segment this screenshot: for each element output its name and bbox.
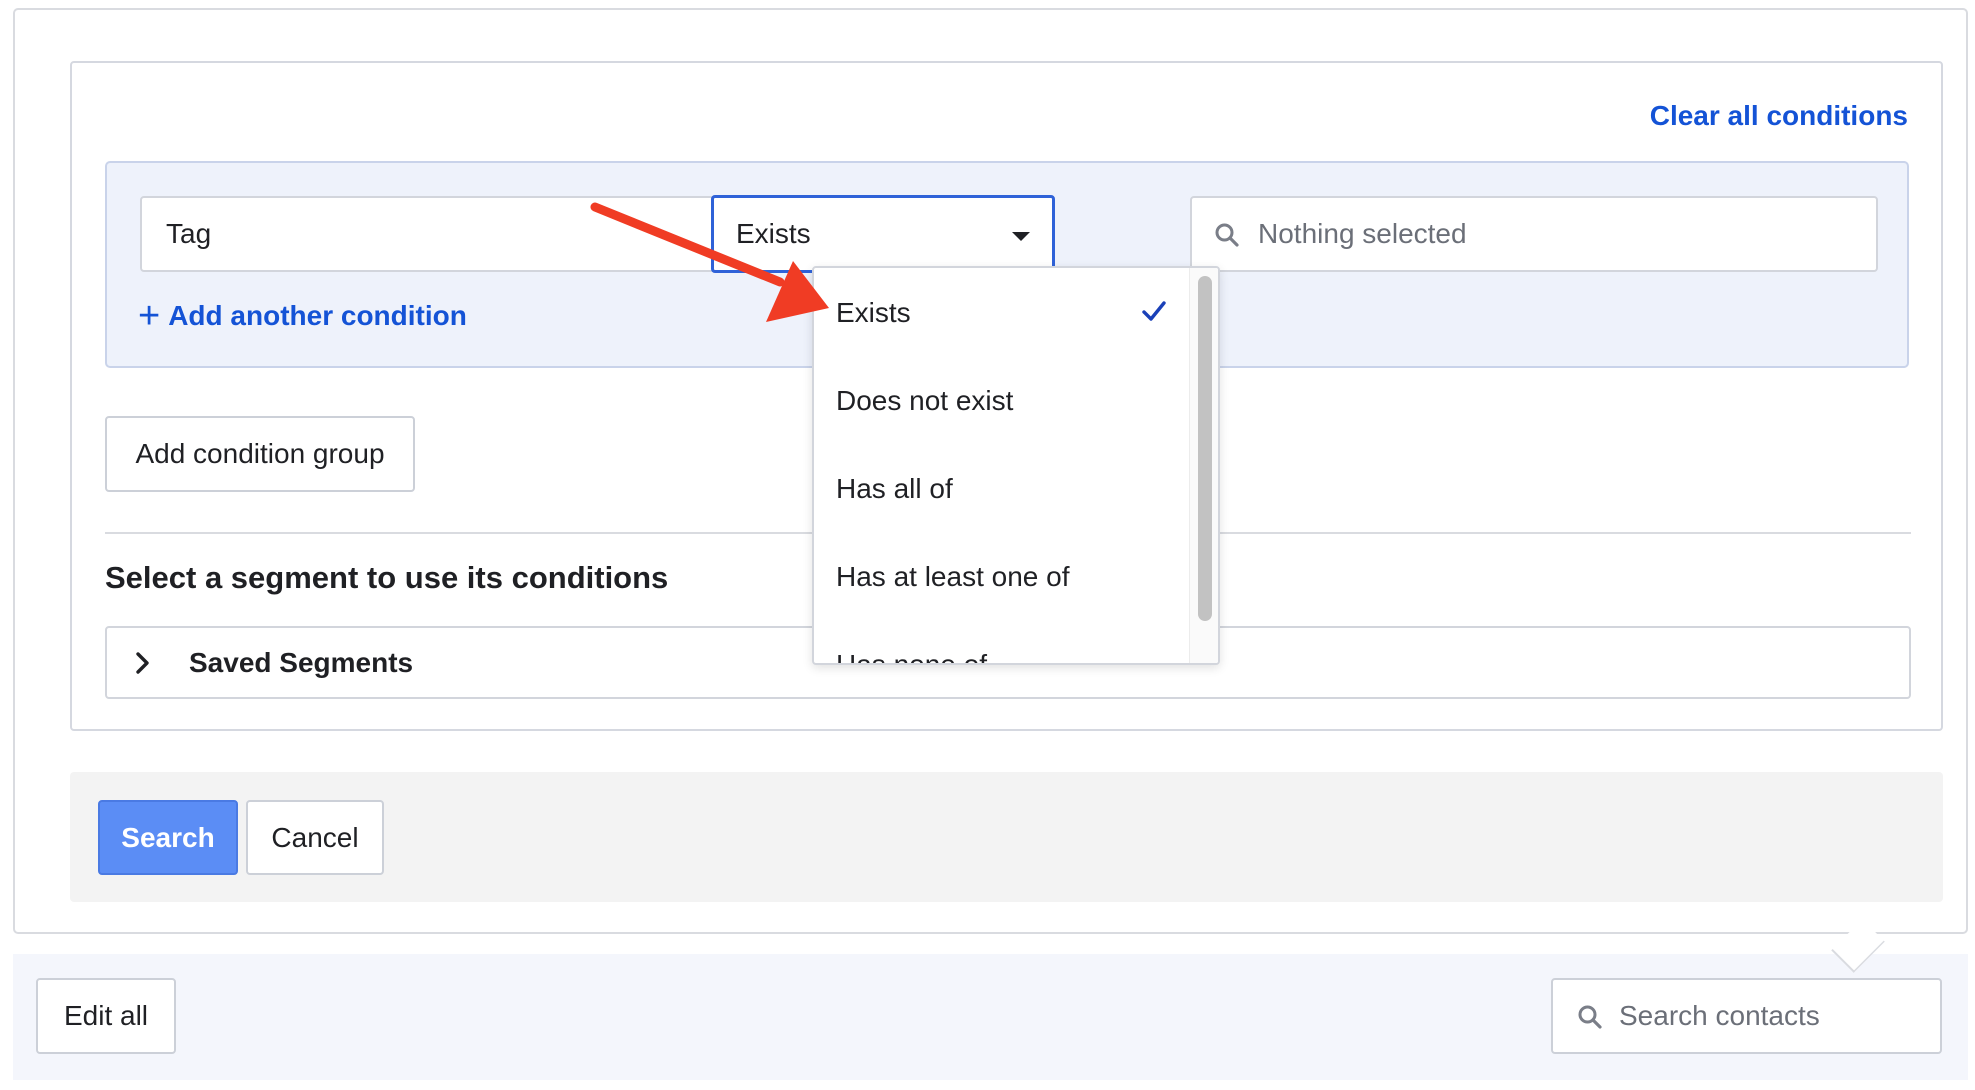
contacts-toolbar: Edit all Search contacts: [13, 954, 1968, 1080]
edit-all-button[interactable]: Edit all: [36, 978, 176, 1054]
cancel-button[interactable]: Cancel: [246, 800, 384, 875]
plus-icon: +: [138, 295, 161, 337]
check-icon: [1142, 301, 1166, 321]
add-another-condition-link[interactable]: + Add another condition: [138, 297, 467, 335]
condition-field-value: Tag: [166, 218, 212, 249]
search-contacts-placeholder: Search contacts: [1619, 1000, 1820, 1031]
dropdown-option-does-not-exist[interactable]: Does not exist: [836, 385, 1013, 417]
condition-value-placeholder: Nothing selected: [1258, 218, 1467, 249]
condition-operator-value: Exists: [736, 218, 811, 249]
add-another-condition-label: Add another condition: [168, 300, 467, 331]
dropdown-option-has-all-of[interactable]: Has all of: [836, 473, 953, 505]
dropdown-scrollbar-thumb[interactable]: [1198, 276, 1212, 621]
dropdown-option-has-at-least-one-of[interactable]: Has at least one of: [836, 561, 1069, 593]
segment-heading: Select a segment to use its conditions: [105, 560, 669, 595]
search-button[interactable]: Search: [98, 800, 238, 875]
condition-operator-select[interactable]: Exists: [711, 195, 1055, 273]
action-bar: Search Cancel: [70, 772, 1943, 902]
dropdown-scrollbar[interactable]: [1189, 268, 1218, 663]
dropdown-option-has-none-of[interactable]: Has none of: [836, 649, 987, 663]
caret-down-icon: [1012, 232, 1030, 241]
dropdown-option-exists[interactable]: Exists: [836, 297, 911, 329]
chevron-right-icon: [136, 651, 149, 674]
clear-all-conditions-link[interactable]: Clear all conditions: [1650, 100, 1908, 132]
operator-dropdown-menu: Exists Does not exist Has all of Has at …: [812, 266, 1220, 665]
search-icon: [1578, 1005, 1602, 1029]
search-contacts-input[interactable]: Search contacts: [1551, 978, 1942, 1054]
add-condition-group-button[interactable]: Add condition group: [105, 416, 415, 492]
condition-value-input[interactable]: Nothing selected: [1190, 196, 1878, 272]
search-icon: [1215, 223, 1239, 247]
saved-segments-label: Saved Segments: [189, 646, 414, 678]
